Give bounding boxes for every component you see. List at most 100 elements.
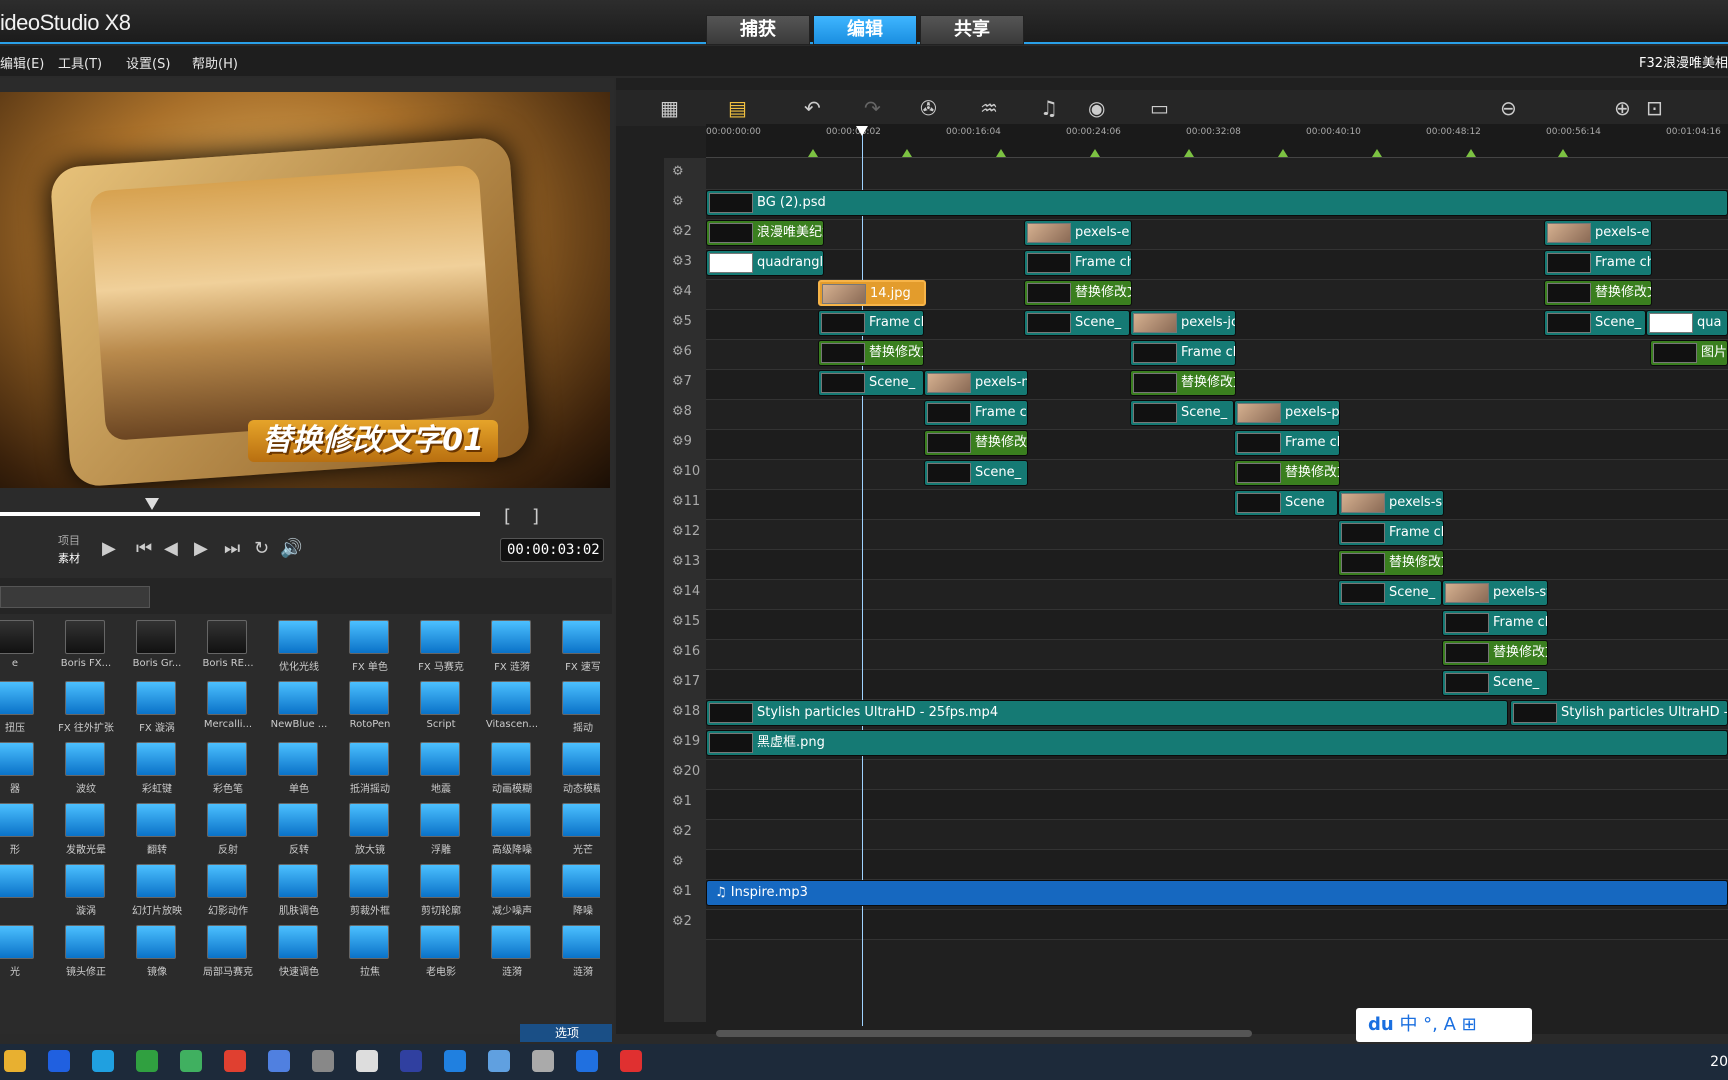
effect-item[interactable]: 老电影 xyxy=(406,925,470,981)
chapter-marker[interactable] xyxy=(1090,149,1100,157)
timeline-view-icon[interactable]: ▤ xyxy=(728,96,747,120)
timeline-clip[interactable]: Frame ch xyxy=(1024,250,1132,276)
menu-help[interactable]: 帮助(H) xyxy=(192,53,238,72)
timeline-clip[interactable]: Frame ch xyxy=(1338,520,1444,546)
track-header-icon[interactable]: ⚙6 xyxy=(672,344,700,366)
chapter-marker[interactable] xyxy=(902,149,912,157)
effect-item[interactable]: 减少噪声 xyxy=(477,864,541,920)
timeline-clip[interactable]: 图片/文字 xyxy=(1650,340,1728,366)
effect-item[interactable]: Mercalli... xyxy=(193,681,257,737)
track-header-icon[interactable]: ⚙18 xyxy=(672,704,700,726)
effect-item[interactable]: 涟漪 xyxy=(548,925,600,981)
effect-item[interactable] xyxy=(0,864,44,920)
track-header-icon[interactable]: ⚙ xyxy=(672,854,700,876)
chapter-marker[interactable] xyxy=(1466,149,1476,157)
effect-item[interactable]: 单色 xyxy=(264,742,328,798)
effect-item[interactable]: RotoPen xyxy=(335,681,399,737)
mark-out-icon[interactable]: ] xyxy=(532,506,539,527)
chapter-marker[interactable] xyxy=(1372,149,1382,157)
track-header-icon[interactable]: ⚙15 xyxy=(672,614,700,636)
mode-clip[interactable]: 素材 xyxy=(58,550,80,566)
effect-item[interactable]: 动态模糊 xyxy=(548,742,600,798)
timeline-clip[interactable]: 浪漫唯美纪念 xyxy=(706,220,824,246)
effect-item[interactable]: 动画模糊 xyxy=(477,742,541,798)
timeline-clip[interactable]: Scene_ xyxy=(1544,310,1646,336)
timeline-clip[interactable]: BG (2).psd xyxy=(706,190,1728,216)
taskbar-app-icon[interactable] xyxy=(620,1050,642,1072)
timecode-field[interactable]: 00:00:03:02 xyxy=(500,538,604,562)
track-row[interactable] xyxy=(706,520,1728,550)
timeline-clip[interactable]: 替换修改文字 xyxy=(1544,280,1652,306)
track-row[interactable] xyxy=(706,430,1728,460)
track-row[interactable] xyxy=(706,550,1728,580)
track-row[interactable] xyxy=(706,670,1728,700)
timeline-clip[interactable]: pexels-n xyxy=(924,370,1028,396)
timeline-clip[interactable]: 14.jpg xyxy=(818,280,926,306)
effect-item[interactable]: 降噪 xyxy=(548,864,600,920)
timeline-clip[interactable]: 黑虚框.png xyxy=(706,730,1728,756)
scrub-bar[interactable] xyxy=(0,512,480,516)
effect-item[interactable]: 扭压 xyxy=(0,681,44,737)
effect-item[interactable]: 光芒 xyxy=(548,803,600,859)
effect-item[interactable]: 涟漪 xyxy=(477,925,541,981)
track-header-icon[interactable]: ⚙7 xyxy=(672,374,700,396)
timeline-clip[interactable]: pexels-jo xyxy=(1130,310,1236,336)
auto-music-icon[interactable]: ♫ xyxy=(1040,96,1058,120)
record-capture-icon[interactable]: ✇ xyxy=(920,96,937,120)
effect-item[interactable]: 剪裁外框 xyxy=(335,864,399,920)
track-header-icon[interactable]: ⚙8 xyxy=(672,404,700,426)
timeline-clip[interactable]: qua xyxy=(1646,310,1728,336)
track-header-icon[interactable]: ⚙14 xyxy=(672,584,700,606)
scrub-handle[interactable] xyxy=(145,498,159,510)
playhead-handle[interactable] xyxy=(856,126,868,136)
chapter-marker[interactable] xyxy=(1184,149,1194,157)
effect-item[interactable]: 浮雕 xyxy=(406,803,470,859)
effect-item[interactable]: Boris FX... xyxy=(51,620,115,676)
effect-item[interactable]: Boris RE... xyxy=(193,620,257,676)
tab-share[interactable]: 共享 xyxy=(920,15,1024,45)
track-row[interactable] xyxy=(706,490,1728,520)
effect-item[interactable]: 器 xyxy=(0,742,44,798)
timeline-clip[interactable]: pexels-e xyxy=(1024,220,1132,246)
effect-item[interactable]: FX 速写 xyxy=(548,620,600,676)
timeline-clip[interactable]: 替换修改文字 xyxy=(1024,280,1132,306)
chapter-marker[interactable] xyxy=(808,149,818,157)
menu-settings[interactable]: 设置(S) xyxy=(126,53,170,72)
track-header-icon[interactable]: ⚙16 xyxy=(672,644,700,666)
tab-edit[interactable]: 编辑 xyxy=(813,15,917,45)
effect-item[interactable]: e xyxy=(0,620,44,676)
timeline-clip[interactable]: 替换修改文字 xyxy=(1234,460,1340,486)
track-header-icon[interactable]: ⚙11 xyxy=(672,494,700,516)
effect-item[interactable]: 局部马赛克 xyxy=(193,925,257,981)
menu-tools[interactable]: 工具(T) xyxy=(58,53,102,72)
timeline-clip[interactable]: 替换修改文字 xyxy=(1442,640,1548,666)
timeline-clip[interactable]: Scene_ xyxy=(1130,400,1234,426)
effect-item[interactable]: 反转 xyxy=(264,803,328,859)
timeline-clip[interactable]: quadrangl xyxy=(706,250,824,276)
track-header-icon[interactable]: ⚙4 xyxy=(672,284,700,306)
volume-icon[interactable]: 🔊 xyxy=(280,538,302,559)
taskbar-app-icon[interactable] xyxy=(136,1050,158,1072)
audio-mixer-icon[interactable]: ♒ xyxy=(980,96,998,120)
track-header-icon[interactable]: ⚙ xyxy=(672,194,700,216)
subtitle-editor-icon[interactable]: ▭ xyxy=(1150,96,1169,120)
undo-icon[interactable]: ↶ xyxy=(804,96,821,120)
storyboard-view-icon[interactable]: ▦ xyxy=(660,96,679,120)
preview-window[interactable]: 替换修改文字01 xyxy=(0,92,610,488)
chapter-marker[interactable] xyxy=(996,149,1006,157)
track-header-icon[interactable]: ⚙1 xyxy=(672,794,700,816)
track-row[interactable] xyxy=(706,640,1728,670)
motion-tracking-icon[interactable]: ◉ xyxy=(1088,96,1105,120)
track-row[interactable] xyxy=(706,580,1728,610)
end-icon[interactable]: ⏭ xyxy=(224,538,240,559)
track-header-icon[interactable]: ⚙19 xyxy=(672,734,700,756)
effect-item[interactable]: 光 xyxy=(0,925,44,981)
timeline-clip[interactable]: Scene_ xyxy=(1442,670,1548,696)
taskbar-app-icon[interactable] xyxy=(532,1050,554,1072)
effect-item[interactable]: 拉焦 xyxy=(335,925,399,981)
library-dropdown[interactable] xyxy=(0,586,150,608)
effect-item[interactable]: 波纹 xyxy=(51,742,115,798)
timeline-clip[interactable]: Frame ch xyxy=(1442,610,1548,636)
effect-item[interactable]: 翻转 xyxy=(122,803,186,859)
timeline-clip[interactable]: 替换修改文字 xyxy=(924,430,1028,456)
